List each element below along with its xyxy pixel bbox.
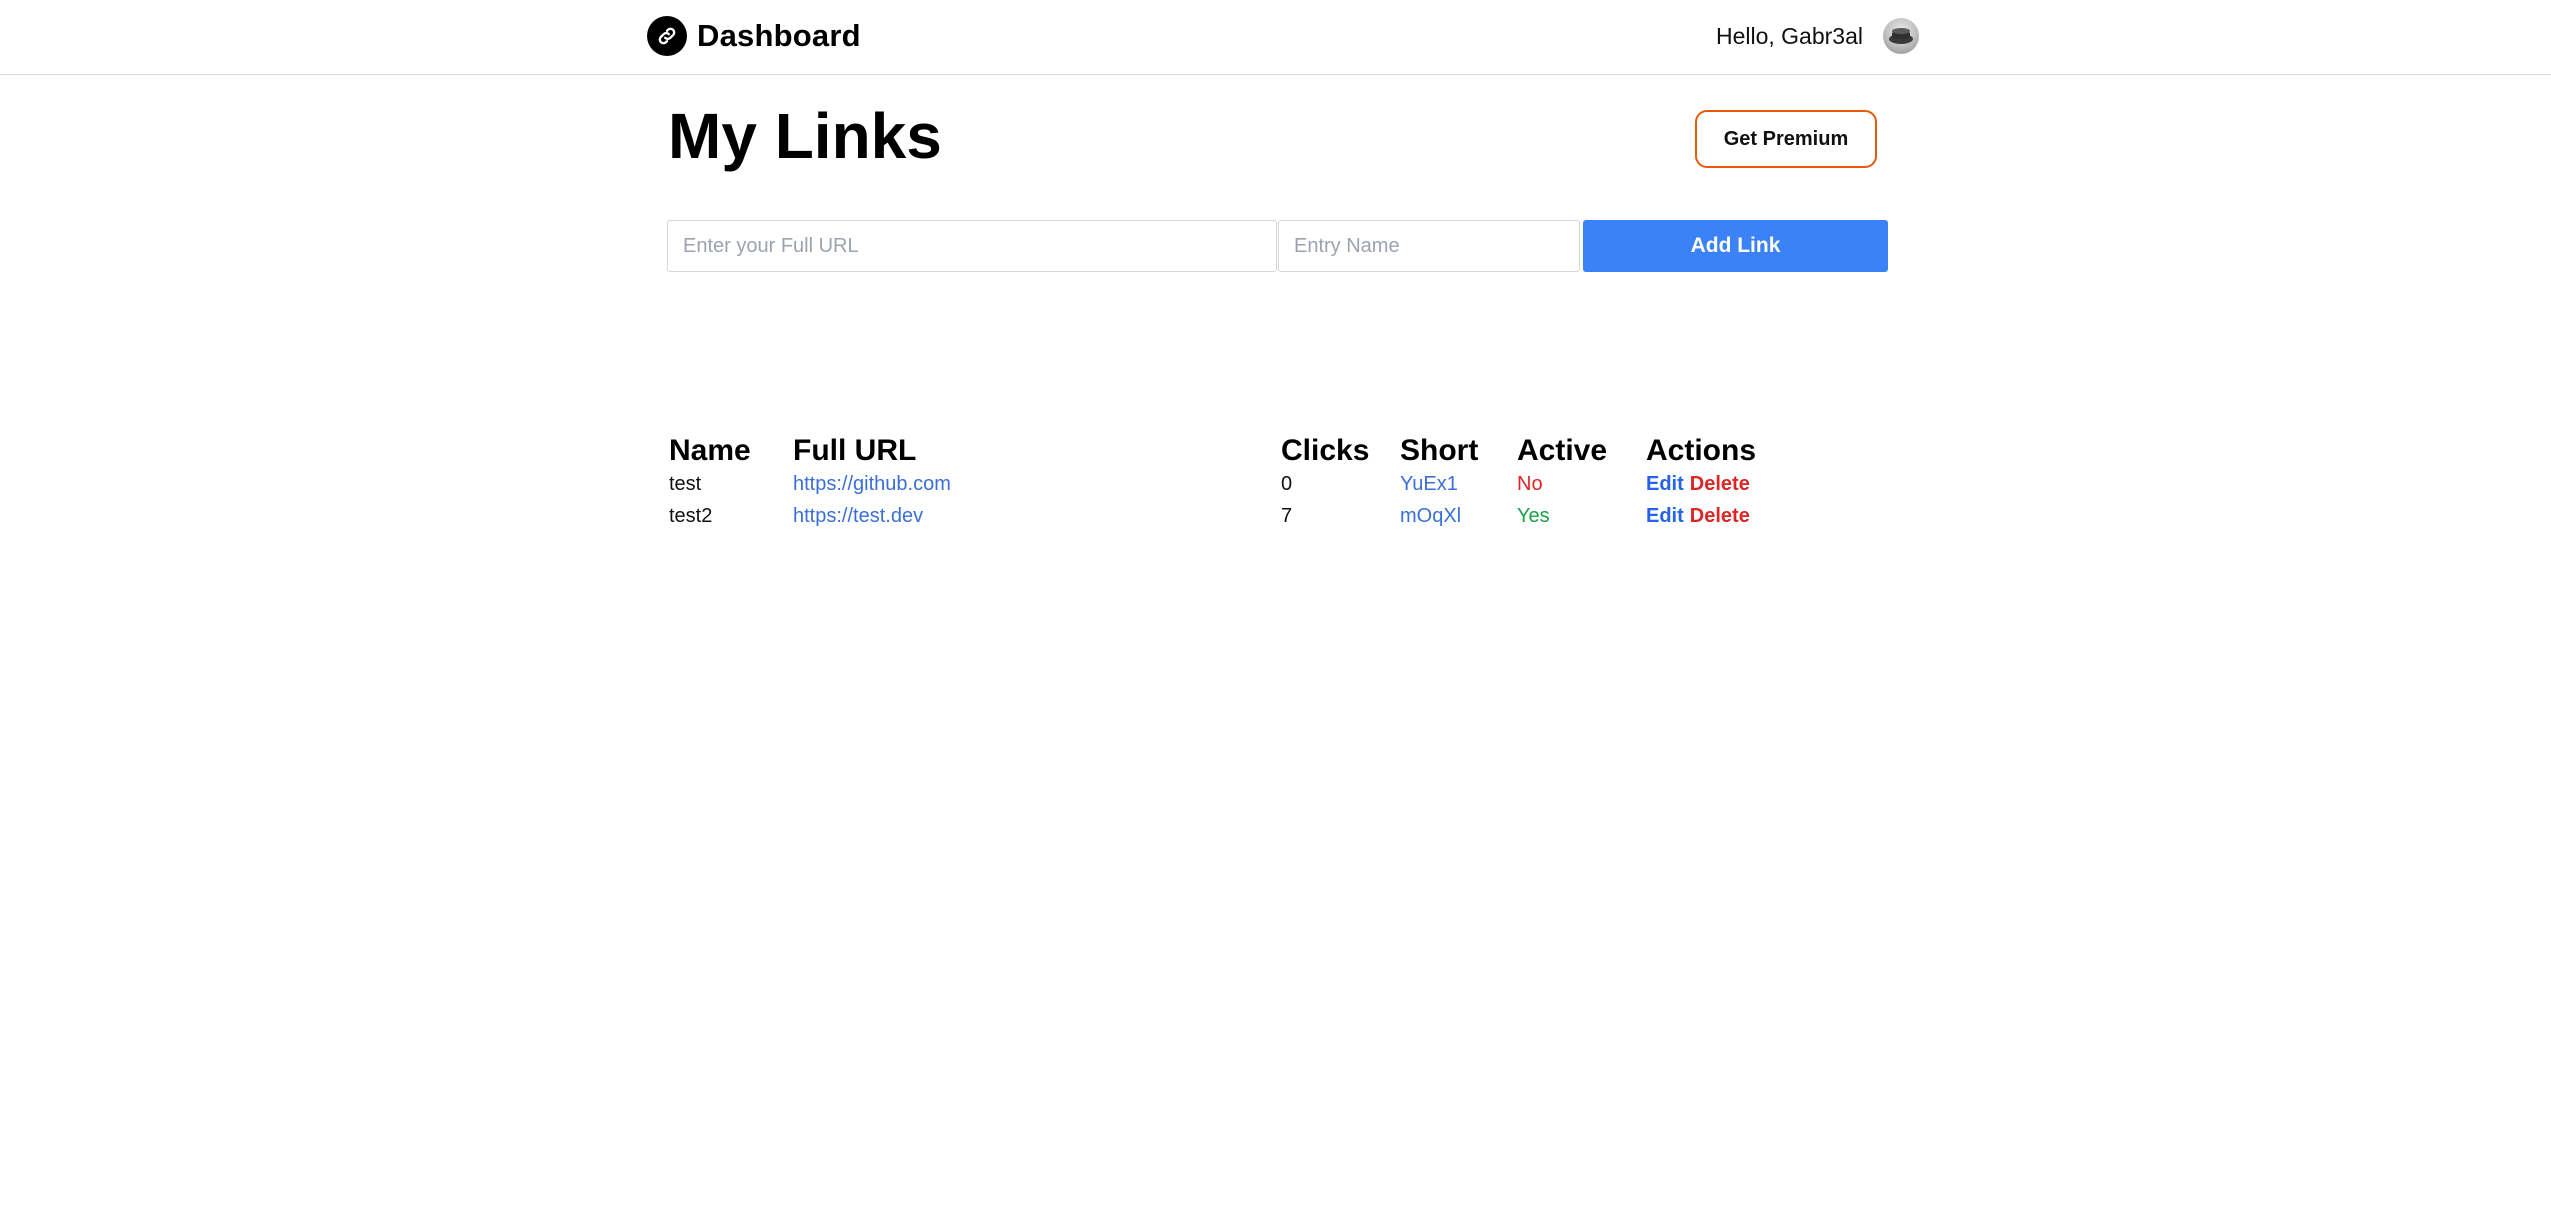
- header-short: Short: [1400, 434, 1479, 467]
- table-row: test https://github.com 0 YuEx1 No Edit D…: [669, 468, 1806, 500]
- click-count: 0: [1281, 472, 1293, 495]
- avatar-icon[interactable]: [1883, 18, 1919, 54]
- active-status: Yes: [1517, 504, 1550, 527]
- user-greeting: Hello, Gabr3al: [1715, 22, 1863, 49]
- full-url-input[interactable]: [667, 220, 1277, 272]
- table-row: test2 https://test.dev 7 mOqXl Yes Edit D…: [669, 500, 1806, 532]
- delete-button[interactable]: Delete: [1690, 505, 1750, 527]
- edit-button[interactable]: Edit: [1646, 473, 1684, 495]
- link-name: test2: [669, 504, 713, 527]
- edit-button[interactable]: Edit: [1646, 505, 1684, 527]
- app-title: Dashboard: [697, 18, 861, 53]
- short-link[interactable]: mOqXl: [1400, 505, 1461, 527]
- table-header-row: Name Full URL Clicks Short Active Action…: [669, 420, 1806, 468]
- full-url-link[interactable]: https://test.dev: [793, 505, 923, 527]
- delete-button[interactable]: Delete: [1690, 473, 1750, 495]
- active-status: No: [1517, 472, 1543, 495]
- header-active: Active: [1517, 434, 1608, 467]
- entry-name-input[interactable]: [1278, 220, 1580, 272]
- brand-home-link[interactable]: Dashboard: [647, 16, 861, 56]
- header-name: Name: [669, 434, 751, 467]
- user-area: Hello, Gabr3al: [1716, 16, 1919, 56]
- header-full-url: Full URL: [793, 434, 917, 467]
- header-actions: Actions: [1646, 434, 1757, 467]
- click-count: 7: [1281, 504, 1293, 527]
- short-link[interactable]: YuEx1: [1400, 473, 1458, 495]
- get-premium-button[interactable]: Get Premium: [1695, 110, 1877, 168]
- top-navbar: Dashboard Hello, Gabr3al: [0, 0, 2551, 75]
- header-clicks: Clicks: [1281, 434, 1370, 467]
- page-title: My Links: [668, 100, 942, 172]
- add-link-button[interactable]: Add Link: [1583, 220, 1888, 272]
- full-url-link[interactable]: https://github.com: [793, 473, 951, 495]
- link-name: test: [669, 472, 702, 495]
- links-table: Name Full URL Clicks Short Active Action…: [669, 420, 1806, 532]
- link-icon: [647, 16, 687, 56]
